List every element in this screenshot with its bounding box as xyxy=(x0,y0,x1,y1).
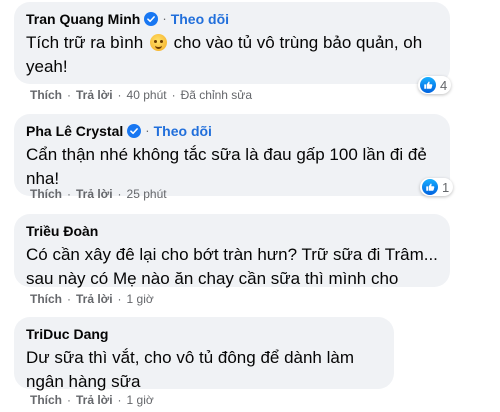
follow-link[interactable]: Theo dõi xyxy=(154,122,212,140)
verified-badge-icon xyxy=(127,124,142,138)
like-button[interactable]: Thích xyxy=(30,393,62,407)
separator-dot: · xyxy=(145,123,150,138)
reply-button[interactable]: Trả lời xyxy=(76,393,113,407)
comment-author[interactable]: Tran Quang Minh xyxy=(26,10,140,28)
comment-text: Dư sữa thì vắt, cho vô tủ đông để dành l… xyxy=(26,348,355,391)
like-button[interactable]: Thích xyxy=(30,292,62,306)
reaction-summary[interactable]: 4 xyxy=(418,76,452,94)
separator-dot: · xyxy=(117,187,122,201)
like-button[interactable]: Thích xyxy=(30,187,62,201)
separator-dot: · xyxy=(67,393,71,407)
reply-button[interactable]: Trả lời xyxy=(76,88,113,102)
edited-label: Đã chỉnh sửa xyxy=(180,88,252,102)
comment-text: Có cần xây đê lại cho bớt tràn hưn? Trữ … xyxy=(26,245,438,288)
comment-actions: Thích · Trả lời · 1 giờ xyxy=(30,393,154,407)
comment-time[interactable]: 25 phút xyxy=(127,187,167,201)
separator-dot: · xyxy=(117,393,122,407)
smiling-face-emoji-icon xyxy=(149,34,167,51)
comment-time[interactable]: 1 giờ xyxy=(127,393,154,407)
verified-badge-icon xyxy=(144,12,159,26)
separator-dot: · xyxy=(171,88,176,102)
reaction-count: 4 xyxy=(440,77,448,93)
comment-author[interactable]: Pha Lê Crystal xyxy=(26,122,123,140)
comment-actions: Thích · Trả lời · 1 giờ xyxy=(30,292,154,306)
comment-author[interactable]: Triều Đoàn xyxy=(26,222,98,240)
comment-bubble: Tran Quang Minh · Theo dõi Tích trữ ra b… xyxy=(14,2,450,84)
separator-dot: · xyxy=(117,88,122,102)
separator-dot: · xyxy=(67,88,71,102)
reaction-summary[interactable]: 1 xyxy=(420,178,454,196)
like-icon xyxy=(422,179,438,195)
comment-actions: Thích · Trả lời · 25 phút xyxy=(30,187,167,201)
comment-time[interactable]: 1 giờ xyxy=(127,292,154,306)
comment-text: Tích trữ ra bình cho vào tủ vô trùng bảo… xyxy=(26,33,423,76)
comment-author[interactable]: TriDuc Dang xyxy=(26,325,108,343)
comment-time[interactable]: 40 phút xyxy=(127,88,167,102)
separator-dot: · xyxy=(67,292,71,306)
like-icon xyxy=(420,77,436,93)
separator-dot: · xyxy=(67,187,71,201)
follow-link[interactable]: Theo dõi xyxy=(171,10,229,28)
separator-dot: · xyxy=(117,292,122,306)
separator-dot: · xyxy=(162,11,167,26)
reaction-count: 1 xyxy=(442,179,450,195)
reply-button[interactable]: Trả lời xyxy=(76,292,113,306)
comment-bubble: TriDuc Dang Dư sữa thì vắt, cho vô tủ đô… xyxy=(14,317,394,391)
comment-text: Cẩn thận nhé không tắc sữa là đau gấp 10… xyxy=(26,145,427,188)
reply-button[interactable]: Trả lời xyxy=(76,187,113,201)
comment-bubble: Pha Lê Crystal · Theo dõi Cẩn thận nhé k… xyxy=(14,114,450,196)
comment-actions: Thích · Trả lời · 40 phút · Đã chỉnh sửa xyxy=(30,88,252,102)
like-button[interactable]: Thích xyxy=(30,88,62,102)
comment-bubble: Triều Đoàn Có cần xây đê lại cho bớt trà… xyxy=(14,214,450,288)
